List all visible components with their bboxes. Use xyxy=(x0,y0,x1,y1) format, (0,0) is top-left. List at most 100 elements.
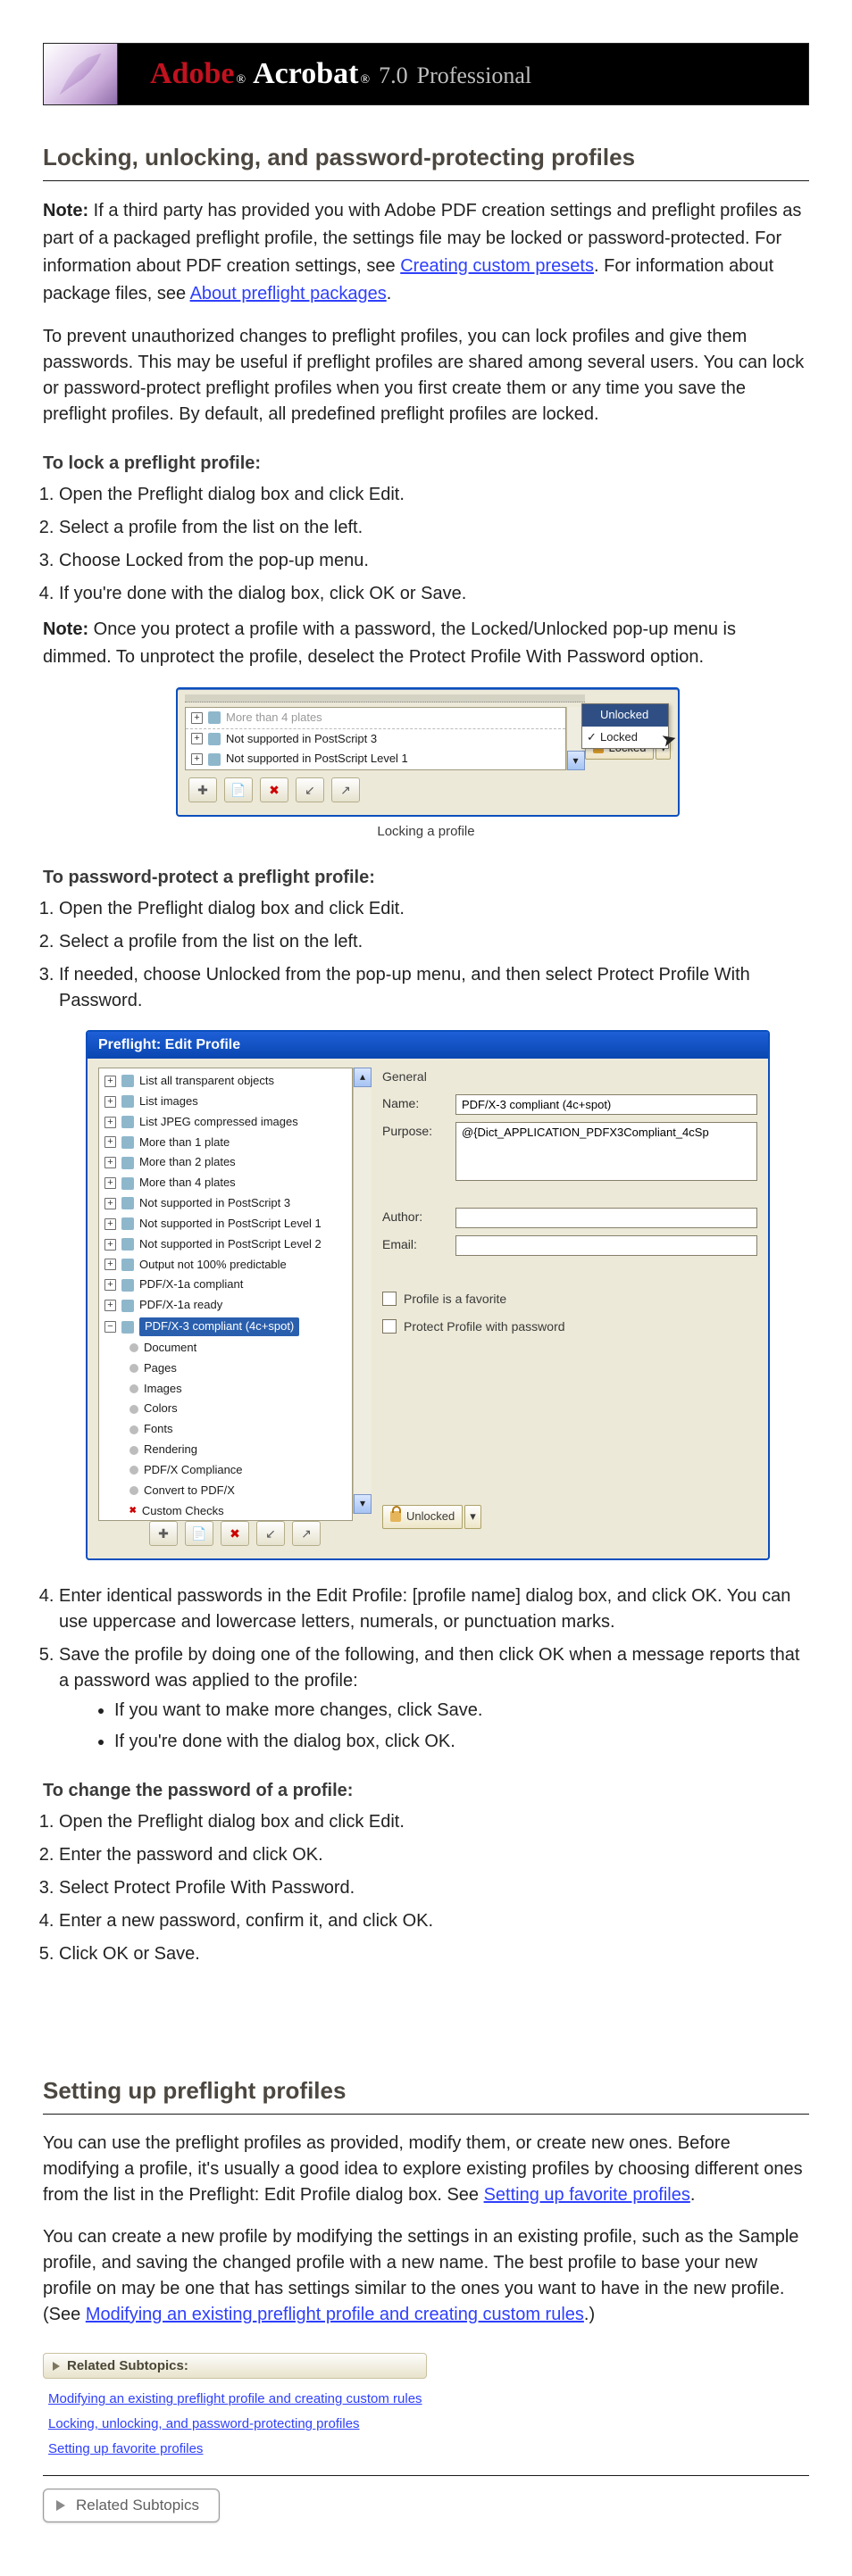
profile-icon xyxy=(208,733,221,745)
name-field[interactable] xyxy=(455,1094,757,1115)
expand-icon[interactable]: + xyxy=(104,1157,116,1168)
product-banner: Adobe® Acrobat® 7.0 Professional xyxy=(43,43,809,105)
related-subtopics-header[interactable]: Related Subtopics: xyxy=(43,2353,427,2380)
collapse-icon[interactable]: − xyxy=(104,1321,116,1333)
link-preflight-packages[interactable]: About preflight packages xyxy=(190,284,387,303)
tree-item[interactable]: PDF/X-1a compliant xyxy=(139,1276,243,1293)
related-link-2[interactable]: Locking, unlocking, and password-protect… xyxy=(48,2416,360,2431)
link-creating-presets[interactable]: Creating custom presets xyxy=(400,256,594,276)
expand-icon[interactable]: + xyxy=(104,1279,116,1291)
dot-icon xyxy=(129,1466,138,1475)
duplicate-profile-button[interactable]: 📄 xyxy=(224,777,253,802)
scroll-up-icon[interactable]: ▴ xyxy=(354,1068,372,1087)
tree-item[interactable]: Not supported in PostScript Level 1 xyxy=(139,1216,322,1233)
brand-name: Adobe xyxy=(150,52,234,96)
unlock-state-button[interactable]: Unlocked xyxy=(382,1505,463,1529)
tree-item[interactable]: Not supported in PostScript 3 xyxy=(139,1195,290,1212)
expand-icon[interactable]: + xyxy=(191,733,203,744)
purpose-field[interactable]: @{Dict_APPLICATION_PDFX3Compliant_4cSp xyxy=(455,1122,757,1181)
expand-icon[interactable]: + xyxy=(104,1177,116,1189)
tree-item[interactable]: List JPEG compressed images xyxy=(139,1114,298,1131)
tree-item[interactable]: More than 1 plate xyxy=(139,1134,230,1151)
author-field[interactable] xyxy=(455,1208,757,1228)
expand-icon[interactable]: + xyxy=(104,1096,116,1108)
expand-icon[interactable]: + xyxy=(104,1136,116,1148)
expand-icon[interactable]: + xyxy=(191,753,203,765)
link-favorite-profiles[interactable]: Setting up favorite profiles xyxy=(484,2185,690,2205)
expand-icon[interactable]: + xyxy=(104,1218,116,1230)
email-field[interactable] xyxy=(455,1235,757,1256)
favorite-checkbox[interactable]: Profile is a favorite xyxy=(382,1290,757,1308)
expand-icon[interactable]: + xyxy=(191,712,203,724)
figure-edit-profile-dialog: Preflight: Edit Profile +List all transp… xyxy=(86,1030,766,1560)
menu-item-locked[interactable]: Locked xyxy=(582,727,668,749)
export-profile-button[interactable]: ↗ xyxy=(331,777,360,802)
scroll-down-icon[interactable]: ▾ xyxy=(354,1494,372,1514)
tree-sub-item[interactable]: Images xyxy=(144,1381,182,1398)
tree-sub-item[interactable]: Rendering xyxy=(144,1442,197,1458)
export-icon: ↗ xyxy=(340,781,351,799)
lock-step-3: Choose Locked from the pop-up menu. xyxy=(59,548,809,574)
related-subtopics-button[interactable]: Related Subtopics xyxy=(43,2489,220,2523)
tree-sub-item[interactable]: Convert to PDF/X xyxy=(144,1483,235,1500)
product-version: 7.0 xyxy=(379,59,408,93)
trademark: ® xyxy=(360,71,370,89)
tree-item[interactable]: Not supported in PostScript 3 xyxy=(226,731,377,748)
tree-sub-custom-checks[interactable]: Custom Checks xyxy=(142,1503,224,1520)
dot-icon xyxy=(129,1405,138,1414)
dot-icon xyxy=(129,1343,138,1352)
expand-icon[interactable]: + xyxy=(104,1117,116,1128)
expand-icon[interactable]: + xyxy=(104,1239,116,1251)
lock-steps: Open the Preflight dialog box and click … xyxy=(59,482,809,607)
scroll-down-icon[interactable]: ▾ xyxy=(567,751,585,770)
tree-sub-item[interactable]: Colors xyxy=(144,1400,178,1417)
expand-icon[interactable]: + xyxy=(104,1300,116,1311)
import-profile-button[interactable]: ↙ xyxy=(296,777,324,802)
link-modifying-profile[interactable]: Modifying an existing preflight profile … xyxy=(86,2305,584,2324)
related-link-1[interactable]: Modifying an existing preflight profile … xyxy=(48,2391,422,2406)
tree-item[interactable]: PDF/X-1a ready xyxy=(139,1297,222,1314)
profile-icon xyxy=(121,1238,134,1251)
duplicate-icon: 📄 xyxy=(191,1525,206,1542)
lock-profile-heading: To lock a preflight profile: xyxy=(43,451,809,477)
lock-note-text: Once you protect a profile with a passwo… xyxy=(43,619,736,667)
related-link-3[interactable]: Setting up favorite profiles xyxy=(48,2441,203,2456)
delete-profile-button[interactable]: ✖ xyxy=(260,777,288,802)
pw-step-5b: If you're done with the dialog box, clic… xyxy=(114,1729,809,1755)
profile-icon xyxy=(208,711,221,724)
protect-password-checkbox[interactable]: Protect Profile with password xyxy=(382,1317,757,1335)
tree-item[interactable]: More than 4 plates xyxy=(226,710,322,727)
lock-note: Note: Once you protect a profile with a … xyxy=(43,616,809,671)
tree-item[interactable]: More than 2 plates xyxy=(139,1154,236,1171)
import-icon: ↙ xyxy=(305,781,315,799)
pw-step-4: Enter identical passwords in the Edit Pr… xyxy=(59,1583,809,1635)
delete-profile-button[interactable]: ✖ xyxy=(221,1521,249,1546)
cpw-3: Select Protect Profile With Password. xyxy=(59,1875,809,1901)
pw-step-5-text: Save the profile by doing one of the fol… xyxy=(59,1645,799,1691)
pw-step-2: Select a profile from the list on the le… xyxy=(59,929,809,955)
tree-item[interactable]: Not supported in PostScript Level 2 xyxy=(139,1236,322,1253)
expand-icon[interactable]: + xyxy=(104,1076,116,1087)
dot-icon xyxy=(129,1486,138,1495)
tree-sub-item[interactable]: Pages xyxy=(144,1360,177,1377)
triangle-right-icon xyxy=(56,2500,65,2511)
tree-item[interactable]: Output not 100% predictable xyxy=(139,1257,287,1274)
tree-sub-item[interactable]: PDF/X Compliance xyxy=(144,1462,243,1479)
menu-item-unlocked[interactable]: Unlocked xyxy=(582,704,668,727)
scrollbar-vertical[interactable]: ▴ ▾ xyxy=(353,1068,372,1514)
export-profile-button[interactable]: ↗ xyxy=(292,1521,321,1546)
tree-item[interactable]: List images xyxy=(139,1093,198,1110)
tree-item-selected[interactable]: PDF/X-3 compliant (4c+spot) xyxy=(139,1317,299,1336)
tree-sub-item[interactable]: Fonts xyxy=(144,1421,173,1438)
duplicate-profile-button[interactable]: 📄 xyxy=(185,1521,213,1546)
tree-item[interactable]: List all transparent objects xyxy=(139,1073,274,1090)
tree-item[interactable]: Not supported in PostScript Level 1 xyxy=(226,751,408,768)
new-profile-button[interactable]: ✚ xyxy=(149,1521,178,1546)
lock-dropdown-button[interactable]: ▾ xyxy=(464,1505,481,1529)
tree-item[interactable]: More than 4 plates xyxy=(139,1175,236,1192)
import-profile-button[interactable]: ↙ xyxy=(256,1521,285,1546)
expand-icon[interactable]: + xyxy=(104,1198,116,1209)
new-profile-button[interactable]: ✚ xyxy=(188,777,217,802)
tree-sub-item[interactable]: Document xyxy=(144,1340,196,1357)
expand-icon[interactable]: + xyxy=(104,1259,116,1270)
